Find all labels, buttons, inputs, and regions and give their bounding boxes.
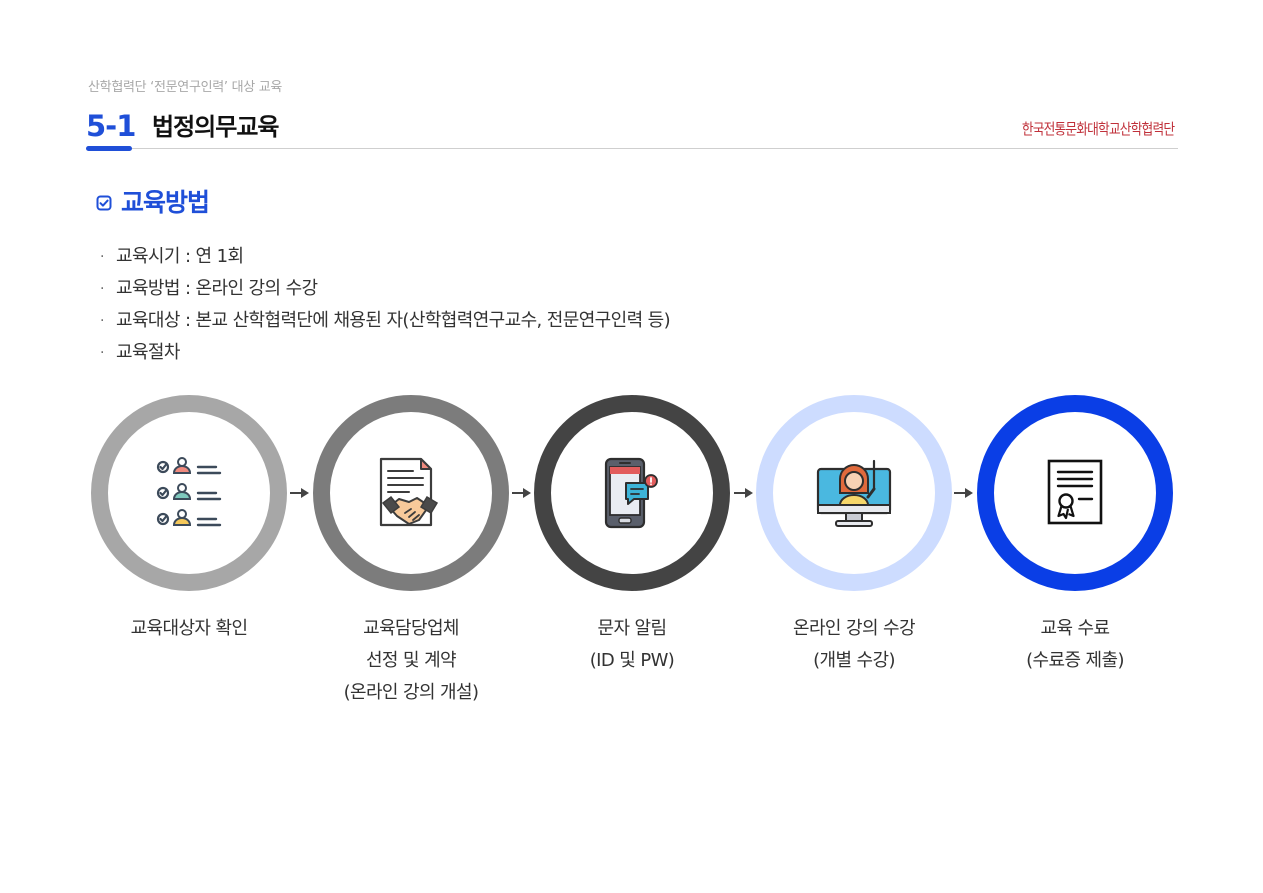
step-label-2: 교육담당업체 선정 및 계약 (온라인 강의 개설)	[291, 613, 531, 709]
process-flow: 교육대상자 확인 교육담당업체 선정 및 계약 (온라인 강의 개설) 문자 알…	[0, 0, 1263, 893]
checklist-people-icon	[156, 457, 222, 527]
step-ring	[91, 395, 287, 591]
arrow-right-icon	[734, 488, 753, 498]
step-label-line: (ID 및 PW)	[589, 650, 675, 671]
arrow-right-icon	[290, 488, 309, 498]
process-step-3	[534, 395, 730, 591]
certificate-icon	[1047, 459, 1103, 525]
step-label-5: 교육 수료 (수료증 제출)	[955, 613, 1195, 677]
step-ring	[313, 395, 509, 591]
process-step-2	[313, 395, 509, 591]
step-label-3: 문자 알림 (ID 및 PW)	[512, 613, 752, 677]
step-label-line: 온라인 강의 수강	[793, 618, 916, 639]
arrow-right-icon	[512, 488, 531, 498]
step-ring	[534, 395, 730, 591]
step-label-line: 교육담당업체	[363, 618, 459, 639]
online-lecture-icon	[816, 459, 892, 527]
process-step-5	[977, 395, 1173, 591]
step-label-line: (온라인 강의 개설)	[343, 682, 479, 703]
step-ring	[756, 395, 952, 591]
smartphone-message-icon	[604, 457, 658, 529]
contract-handshake-icon	[379, 457, 439, 527]
step-label-4: 온라인 강의 수강 (개별 수강)	[734, 613, 974, 677]
step-label-1: 교육대상자 확인	[69, 613, 309, 645]
step-ring	[977, 395, 1173, 591]
process-step-1	[91, 395, 287, 591]
step-label-line: (개별 수강)	[813, 650, 895, 671]
step-label-line: (수료증 제출)	[1026, 650, 1124, 671]
process-step-4	[756, 395, 952, 591]
step-label-line: 교육 수료	[1040, 618, 1111, 639]
step-label-line: 교육대상자 확인	[130, 618, 248, 639]
step-label-line: 선정 및 계약	[365, 650, 457, 671]
arrow-right-icon	[954, 488, 973, 498]
step-label-line: 문자 알림	[597, 618, 668, 639]
